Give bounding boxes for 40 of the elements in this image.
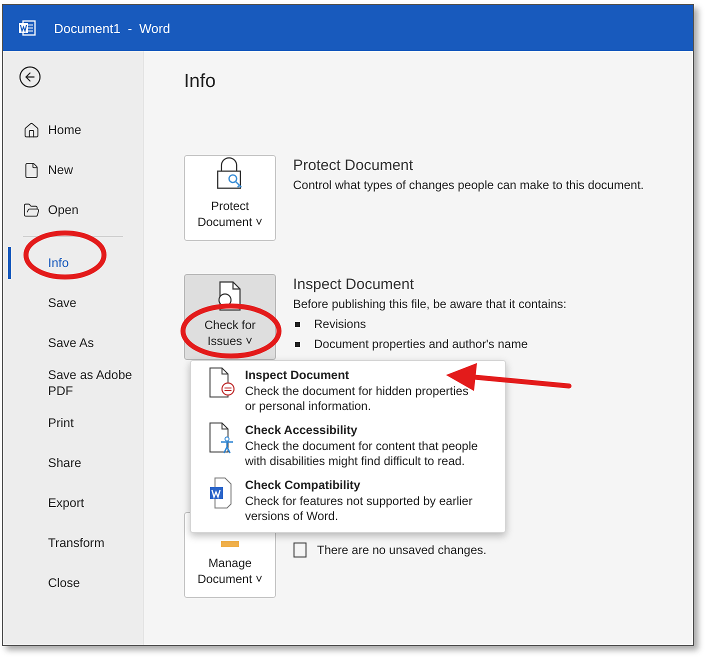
menu-item-description: Check the document for content that people [245, 439, 478, 454]
menu-item-description: Check for features not supported by earlier [245, 494, 472, 509]
document-inspect-icon [209, 367, 235, 399]
section-title: Protect Document [293, 157, 414, 174]
bullet-icon [295, 322, 300, 327]
open-folder-icon [23, 202, 40, 218]
section-title: Inspect Document [293, 276, 415, 293]
sidebar-item[interactable]: Save As [3, 323, 133, 363]
new-document-icon [23, 162, 40, 178]
sidebar-item[interactable]: Share [3, 443, 133, 483]
window-title: Document1 - Word [54, 20, 170, 36]
sidebar-item[interactable]: Open [3, 190, 143, 230]
sidebar-item[interactable]: Export [3, 483, 133, 523]
sidebar-item[interactable]: New [3, 150, 143, 190]
sidebar-item[interactable]: Save [3, 283, 133, 323]
big-button[interactable]: Protect Document ˅ [184, 155, 276, 241]
menu-item-description: with disabilities might find difficult to read. [245, 454, 466, 469]
menu-item-title: Check Compatibility [245, 477, 362, 494]
sidebar-item[interactable]: Save as Adobe PDF [3, 363, 133, 403]
menu-item-description: Check the document for hidden properties [245, 384, 468, 399]
bullet-text: Document properties and author's name [314, 337, 528, 351]
status-text: There are no unsaved changes. [317, 543, 486, 557]
back-button[interactable] [18, 65, 42, 89]
menu-item-title: Check Accessibility [245, 422, 358, 439]
page-title: Info [184, 71, 217, 93]
bullet-icon [295, 342, 300, 347]
bullet-text: Revisions [314, 317, 366, 331]
word-logo-icon [19, 20, 36, 36]
menu-item[interactable]: Check Accessibility Check the document for content that people with disabilities might find difficult to read. [191, 422, 505, 469]
sidebar-item[interactable]: Info [3, 243, 143, 283]
sidebar-item[interactable]: Transform [3, 523, 133, 563]
menu-item-description: or personal information. [245, 399, 372, 414]
sidebar-item[interactable]: Print [3, 403, 133, 443]
section-description: Control what types of changes people can make to this document. [293, 178, 644, 192]
sidebar-item[interactable]: Home [3, 110, 143, 150]
sidebar-item[interactable]: Close [3, 563, 133, 603]
section-description: Before publishing this file, be aware that it contains: [293, 297, 566, 311]
home-icon [23, 122, 40, 138]
menu-item-title: Inspect Document [245, 367, 350, 384]
document-accessibility-icon [209, 422, 235, 454]
